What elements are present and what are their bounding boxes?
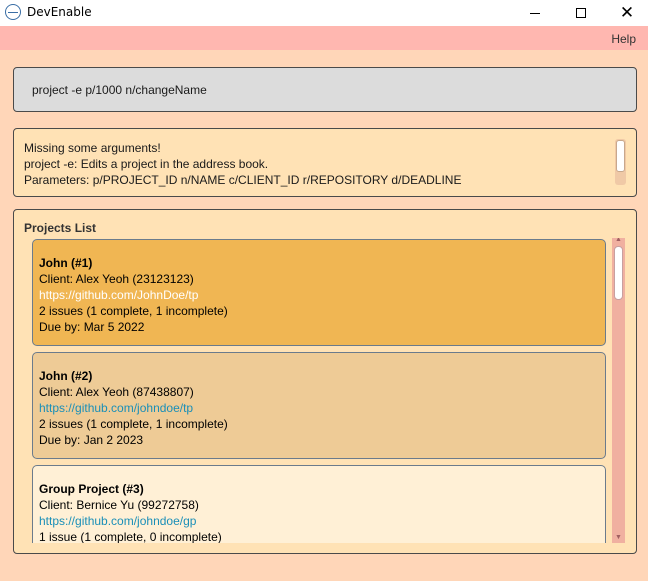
projects-panel: Projects List John (#1) Client: Alex Yeo…	[13, 209, 637, 554]
project-repo-link[interactable]: https://github.com/johndoe/gp	[39, 513, 605, 529]
projects-scrollbar[interactable]: ▲ ▼	[612, 238, 625, 543]
project-issues: 2 issues (1 complete, 1 incomplete)	[39, 304, 228, 318]
result-line: Missing some arguments!	[24, 141, 161, 155]
project-name: Group Project (#3)	[39, 482, 144, 496]
project-name: John (#2)	[39, 369, 93, 383]
project-client: Client: Alex Yeoh (23123123)	[39, 272, 194, 286]
projects-scrollbar-thumb[interactable]	[614, 246, 623, 300]
project-card[interactable]: Group Project (#3) Client: Bernice Yu (9…	[32, 465, 606, 543]
project-name: John (#1)	[39, 256, 93, 270]
project-due: Due by: Mar 5 2022	[39, 320, 145, 334]
projects-list-title: Projects List	[24, 221, 97, 235]
scroll-up-icon[interactable]: ▲	[612, 238, 625, 245]
project-repo-link[interactable]: https://github.com/JohnDoe/tp	[39, 287, 605, 303]
result-text: Missing some arguments! project -e: Edit…	[24, 140, 461, 188]
minimize-icon	[530, 12, 540, 14]
project-card[interactable]: John (#1) Client: Alex Yeoh (23123123) h…	[32, 239, 606, 346]
result-scrollbar[interactable]	[615, 139, 626, 185]
close-button[interactable]: ✕	[604, 0, 648, 26]
project-client: Client: Alex Yeoh (87438807)	[39, 385, 194, 399]
title-bar: DevEnable ✕	[0, 0, 648, 26]
command-input-box[interactable]: project -e p/1000 n/changeName	[13, 67, 637, 112]
app-icon	[5, 4, 21, 20]
result-line: project -e: Edits a project in the addre…	[24, 157, 269, 171]
project-issues: 2 issues (1 complete, 1 incomplete)	[39, 417, 228, 431]
maximize-icon	[576, 8, 586, 18]
project-repo-link[interactable]: https://github.com/johndoe/tp	[39, 400, 605, 416]
command-input[interactable]: project -e p/1000 n/changeName	[32, 83, 207, 97]
menu-bar: Help	[0, 26, 648, 50]
project-card[interactable]: John (#2) Client: Alex Yeoh (87438807) h…	[32, 352, 606, 459]
project-due: Due by: Jan 2 2023	[39, 433, 144, 447]
result-scrollbar-thumb[interactable]	[616, 140, 625, 172]
close-icon: ✕	[619, 3, 635, 23]
projects-list: John (#1) Client: Alex Yeoh (23123123) h…	[14, 238, 636, 543]
result-line: Parameters: p/PROJECT_ID n/NAME c/CLIENT…	[24, 173, 462, 187]
project-client: Client: Bernice Yu (99272758)	[39, 498, 199, 512]
window-title: DevEnable	[27, 5, 92, 19]
scroll-down-icon[interactable]: ▼	[612, 533, 625, 543]
minimize-button[interactable]	[512, 0, 558, 26]
project-issues: 1 issue (1 complete, 0 incomplete)	[39, 530, 222, 543]
menu-help[interactable]: Help	[611, 32, 636, 46]
maximize-button[interactable]	[558, 0, 604, 26]
result-display: Missing some arguments! project -e: Edit…	[13, 128, 637, 197]
